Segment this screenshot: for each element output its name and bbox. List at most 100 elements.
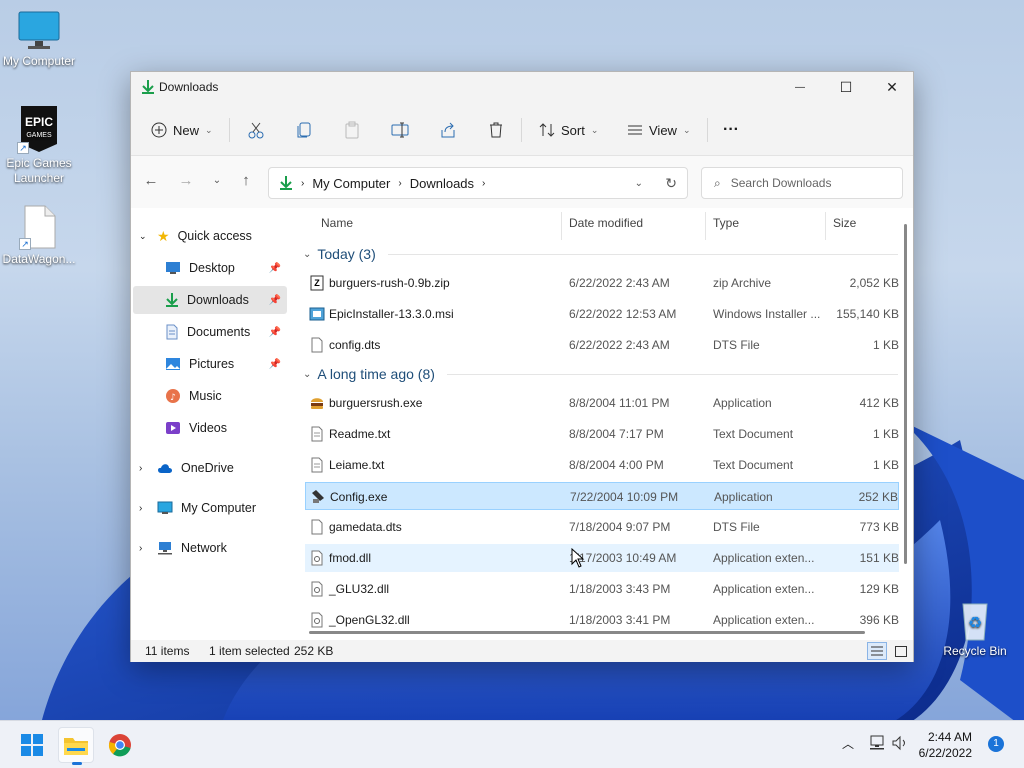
pictures-icon bbox=[166, 358, 180, 370]
more-options-button[interactable]: ··· bbox=[723, 116, 739, 144]
installer-icon bbox=[309, 307, 325, 321]
selection-count: 1 item selected bbox=[209, 644, 290, 658]
nav-item-music[interactable]: ♪ Music bbox=[165, 382, 287, 410]
nav-item-pictures[interactable]: Pictures 📌 bbox=[165, 350, 287, 378]
volume-tray-button[interactable] bbox=[892, 735, 910, 754]
show-hidden-icons-button[interactable]: ︿ bbox=[842, 735, 854, 752]
horizontal-scrollbar[interactable] bbox=[309, 631, 865, 634]
vertical-scrollbar[interactable] bbox=[904, 214, 908, 634]
group-header-today[interactable]: ⌄ Today (3) bbox=[303, 246, 898, 262]
title-bar[interactable]: Downloads — ☐ ✕ bbox=[131, 72, 913, 102]
column-header-name[interactable]: Name bbox=[321, 216, 353, 230]
tiles-view-button[interactable] bbox=[891, 642, 911, 660]
star-icon: ★ bbox=[157, 227, 170, 244]
scrollbar-thumb[interactable] bbox=[904, 224, 907, 564]
config-app-icon bbox=[312, 490, 324, 503]
file-date: 1/18/2003 3:43 PM bbox=[569, 582, 671, 596]
notification-badge[interactable]: 1 bbox=[988, 736, 1004, 752]
breadcrumb-my-computer[interactable]: My Computer bbox=[312, 176, 390, 191]
chevron-down-icon: ⌄ bbox=[212, 175, 222, 186]
column-header-type[interactable]: Type bbox=[713, 216, 739, 230]
delete-button[interactable] bbox=[487, 116, 505, 144]
start-button[interactable] bbox=[14, 727, 50, 763]
nav-item-documents[interactable]: Documents 📌 bbox=[165, 318, 287, 346]
file-row[interactable]: config.dts 6/22/2022 2:43 AM DTS File 1 … bbox=[305, 331, 899, 359]
nav-network[interactable]: › Network bbox=[139, 534, 287, 562]
search-input[interactable]: ⌕ Search Downloads bbox=[701, 167, 903, 199]
sort-button[interactable]: Sort ⌄ bbox=[539, 116, 598, 144]
file-icon bbox=[311, 519, 323, 535]
nav-label: OneDrive bbox=[181, 461, 234, 475]
chevron-down-icon: ⌄ bbox=[303, 248, 312, 260]
new-button[interactable]: New ⌄ bbox=[151, 116, 213, 144]
chevron-right-icon: › bbox=[139, 542, 143, 554]
column-header-size[interactable]: Size bbox=[833, 216, 856, 230]
refresh-icon[interactable]: ↻ bbox=[665, 175, 677, 192]
file-row-selected[interactable]: Config.exe 7/22/2004 10:09 PM Applicatio… bbox=[305, 482, 899, 510]
download-icon bbox=[142, 80, 154, 94]
chevron-down-icon: ⌄ bbox=[205, 124, 213, 135]
network-icon bbox=[870, 735, 884, 750]
forward-button[interactable]: → bbox=[176, 171, 196, 191]
file-row[interactable]: burguersrush.exe 8/8/2004 11:01 PM Appli… bbox=[305, 389, 899, 417]
rename-button[interactable] bbox=[391, 116, 409, 144]
breadcrumb-chevron-icon: › bbox=[301, 177, 305, 189]
desktop-icon-recycle-bin[interactable]: ♻ Recycle Bin bbox=[936, 598, 1014, 659]
clock-time: 2:44 AM bbox=[927, 730, 972, 744]
view-button[interactable]: View ⌄ bbox=[627, 116, 691, 144]
nav-item-videos[interactable]: Videos bbox=[165, 414, 287, 442]
address-bar[interactable]: › My Computer › Downloads › ⌄ ↻ bbox=[268, 167, 688, 199]
shortcut-arrow-icon: ↗ bbox=[19, 238, 31, 250]
file-type: Application exten... bbox=[713, 582, 815, 596]
file-row-hover[interactable]: fmod.dll 1/17/2003 10:49 AM Application … bbox=[305, 544, 899, 572]
breadcrumb-downloads[interactable]: Downloads bbox=[410, 176, 474, 191]
nav-quick-access[interactable]: ⌄ ★ Quick access bbox=[139, 222, 287, 250]
column-header-date[interactable]: Date modified bbox=[569, 216, 643, 230]
back-button[interactable]: ← bbox=[141, 171, 161, 191]
address-dropdown-icon[interactable]: ⌄ bbox=[635, 178, 643, 189]
file-row[interactable]: Readme.txt 8/8/2004 7:17 PM Text Documen… bbox=[305, 420, 899, 448]
copy-button[interactable] bbox=[295, 116, 313, 144]
group-header-long-ago[interactable]: ⌄ A long time ago (8) bbox=[303, 366, 898, 382]
svg-text:GAMES: GAMES bbox=[26, 132, 52, 139]
clock[interactable]: 2:44 AM 6/22/2022 bbox=[919, 729, 972, 761]
file-name: Readme.txt bbox=[329, 427, 391, 441]
svg-text:EPIC: EPIC bbox=[25, 115, 53, 129]
paste-button[interactable] bbox=[343, 116, 361, 144]
file-row[interactable]: Z burguers-rush-0.9b.zip 6/22/2022 2:43 … bbox=[305, 269, 899, 297]
group-divider bbox=[387, 253, 898, 255]
share-button[interactable] bbox=[439, 116, 457, 144]
network-tray-button[interactable] bbox=[868, 735, 886, 754]
pin-icon: 📌 bbox=[268, 358, 281, 370]
file-row[interactable]: EpicInstaller-13.3.0.msi 6/22/2022 12:53… bbox=[305, 300, 899, 328]
minimize-button[interactable]: — bbox=[777, 72, 823, 102]
cut-button[interactable] bbox=[247, 116, 265, 144]
mouse-cursor-icon bbox=[571, 548, 585, 568]
desktop-icon-label: Epic Games Launcher bbox=[6, 156, 72, 185]
nav-my-computer[interactable]: › My Computer bbox=[139, 494, 287, 522]
file-explorer-taskbar-button[interactable] bbox=[58, 727, 94, 765]
file-row[interactable]: _OpenGL32.dll 1/18/2003 3:41 PM Applicat… bbox=[305, 606, 899, 634]
chevron-down-icon: ⌄ bbox=[682, 124, 691, 135]
file-date: 6/22/2022 2:43 AM bbox=[569, 276, 670, 290]
dll-icon bbox=[311, 581, 323, 597]
maximize-button[interactable]: ☐ bbox=[823, 72, 869, 102]
details-view-button[interactable] bbox=[867, 642, 887, 660]
nav-label: Network bbox=[181, 541, 227, 555]
desktop-icon-label: Recycle Bin bbox=[943, 644, 1007, 658]
file-row[interactable]: Leiame.txt 8/8/2004 4:00 PM Text Documen… bbox=[305, 451, 899, 479]
up-button[interactable]: ↑ bbox=[236, 171, 256, 191]
file-row[interactable]: _GLU32.dll 1/18/2003 3:43 PM Application… bbox=[305, 575, 899, 603]
chevron-down-icon: ⌄ bbox=[303, 368, 312, 380]
file-row[interactable]: gamedata.dts 7/18/2004 9:07 PM DTS File … bbox=[305, 513, 899, 541]
nav-onedrive[interactable]: › OneDrive bbox=[139, 454, 287, 482]
close-button[interactable]: ✕ bbox=[869, 72, 915, 102]
desktop-icon-epic-games[interactable]: EPIC GAMES ↗ Epic Games Launcher bbox=[0, 104, 78, 186]
desktop-icon-datawagon[interactable]: ↗ DataWagon... bbox=[0, 204, 78, 267]
desktop-icon-my-computer[interactable]: My Computer bbox=[0, 10, 78, 69]
chrome-taskbar-button[interactable] bbox=[102, 727, 138, 763]
recent-locations-button[interactable]: ⌄ bbox=[207, 171, 227, 191]
nav-item-downloads[interactable]: Downloads 📌 bbox=[133, 286, 287, 314]
chevron-right-icon: › bbox=[139, 462, 143, 474]
nav-item-desktop[interactable]: Desktop 📌 bbox=[165, 254, 287, 282]
